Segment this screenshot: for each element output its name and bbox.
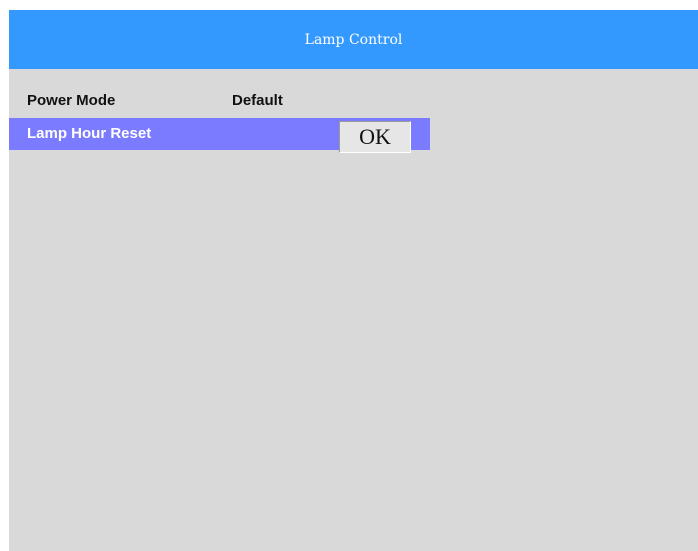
osd-menu-panel: Lamp Control Power Mode Default Lamp Hou… [9,10,698,551]
menu-item-power-mode[interactable]: Power Mode Default [9,85,430,117]
lamp-hour-reset-label: Lamp Hour Reset [27,125,152,142]
power-mode-label: Power Mode [27,92,116,109]
menu-item-lamp-hour-reset[interactable]: Lamp Hour Reset OK [9,118,430,153]
power-mode-value[interactable]: Default [232,85,283,117]
ok-button[interactable]: OK [339,121,411,153]
menu-list: Power Mode Default Lamp Hour Reset OK [9,85,430,153]
menu-title: Lamp Control [304,31,403,48]
menu-header: Lamp Control [9,10,698,69]
